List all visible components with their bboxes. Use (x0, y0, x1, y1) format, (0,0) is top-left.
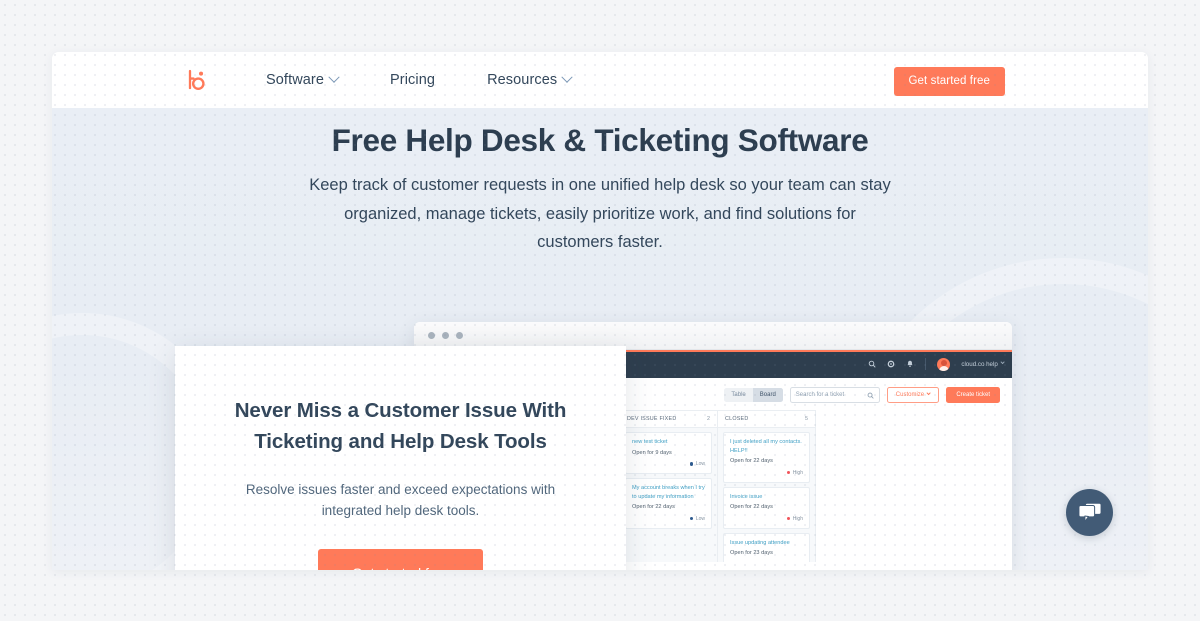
search-icon (867, 392, 874, 399)
ticket-card[interactable]: new test ticket Open for 9 days Low (625, 432, 712, 475)
main-navbar: Software Pricing Resources Get started f… (52, 52, 1148, 108)
ticket-card-meta: Open for 22 days (730, 504, 773, 511)
board-column-header: CLOSED 5 (718, 410, 815, 428)
chat-bubble-icon (1077, 502, 1102, 523)
priority-label: Low (695, 461, 705, 468)
ticket-card-priority: High (730, 470, 803, 476)
view-toggle-board[interactable]: Board (752, 388, 783, 402)
ticket-card[interactable]: Invoice issue Open for 22 days High (723, 486, 810, 529)
priority-label: High (792, 515, 803, 522)
board-column: DEV ISSUE FIXED 2 new test ticket Open f… (620, 410, 718, 562)
customize-button-label: Customize (895, 392, 925, 398)
view-toggle: Table Board (724, 388, 783, 402)
ticket-card-meta: Open for 23 days (730, 550, 773, 557)
ticket-card-title: Invoice issue (730, 493, 763, 500)
gear-icon[interactable] (887, 360, 895, 368)
nav-item-software[interactable]: Software (240, 71, 364, 88)
ticket-card[interactable]: Issue updating attendee Open for 23 days… (723, 532, 810, 562)
chevron-down-icon (328, 71, 340, 83)
primary-nav-links: Software Pricing Resources (240, 71, 597, 88)
browser-dot-maximize-icon (456, 332, 463, 339)
ticket-search-input[interactable]: Search for a ticket (789, 387, 880, 403)
ticket-card[interactable]: My account breaks when I try to update m… (625, 478, 712, 529)
browser-dot-close-icon (428, 332, 435, 339)
ticket-card-meta: Open for 22 days (730, 458, 773, 465)
priority-label: High (792, 469, 803, 476)
chevron-down-icon (561, 71, 573, 83)
promo-title: Never Miss a Customer Issue With Ticketi… (234, 399, 567, 453)
page-card: Software Pricing Resources Get started f… (52, 52, 1148, 570)
ticket-card-meta: Open for 22 days (632, 504, 675, 511)
ticket-card-title: I just deleted all my contacts. HELP!! (730, 439, 802, 454)
bell-icon[interactable] (906, 360, 914, 368)
nav-item-resources-label: Resources (487, 72, 558, 88)
hubspot-sprocket-logo-icon[interactable] (185, 68, 207, 92)
chat-widget-button[interactable] (1066, 489, 1113, 536)
board-column-cards: new test ticket Open for 9 days Low My a… (620, 428, 717, 533)
page-title: Free Help Desk & Ticketing Software (331, 122, 869, 158)
app-nav-right-cluster: cloud.co help (868, 357, 1005, 371)
board-column-count: 5 (805, 416, 808, 422)
hero-subtitle: Keep track of customer requests in one u… (309, 176, 891, 252)
board-column: CLOSED 5 I just deleted all my contacts.… (718, 410, 816, 562)
board-column-title: DEV ISSUE FIXED (627, 416, 677, 422)
board-column-header: DEV ISSUE FIXED 2 (620, 410, 717, 428)
hero-section: Free Help Desk & Ticketing Software Keep… (52, 108, 1148, 570)
browser-dot-minimize-icon (442, 332, 449, 339)
promo-subtitle: Resolve issues faster and exceed expecta… (245, 481, 556, 519)
priority-label: Low (695, 515, 705, 522)
account-menu[interactable]: cloud.co help (961, 360, 1005, 368)
ticket-card-priority: High (730, 516, 803, 522)
priority-dot-icon (787, 471, 791, 475)
ticket-card[interactable]: I just deleted all my contacts. HELP!! O… (723, 432, 810, 483)
avatar[interactable] (937, 357, 951, 371)
promo-get-started-free-button[interactable]: Get started free (317, 549, 484, 570)
nav-get-started-free-button[interactable]: Get started free (893, 67, 1005, 96)
ticket-card-priority: Low (632, 461, 705, 467)
promo-overlay-card: Never Miss a Customer Issue With Ticketi… (175, 346, 626, 570)
board-column-cards: I just deleted all my contacts. HELP!! O… (718, 428, 815, 562)
search-icon[interactable] (868, 360, 876, 368)
ticket-card-meta: Open for 9 days (632, 449, 672, 456)
customize-button[interactable]: Customize (886, 387, 940, 403)
priority-dot-icon (690, 462, 694, 466)
account-menu-label: cloud.co help (961, 360, 998, 368)
ticket-card-title: My account breaks when I try to update m… (632, 485, 705, 500)
board-column-title: CLOSED (725, 416, 749, 422)
board-column-count: 2 (707, 416, 710, 422)
nav-item-software-label: Software (266, 72, 325, 88)
view-toggle-table[interactable]: Table (724, 388, 752, 402)
priority-dot-icon (787, 517, 791, 521)
ticket-card-title: new test ticket (632, 439, 668, 445)
nav-item-pricing-label: Pricing (390, 72, 436, 88)
ticket-search-placeholder: Search for a ticket (795, 392, 845, 398)
nav-divider (925, 358, 927, 370)
nav-item-resources[interactable]: Resources (461, 71, 597, 88)
ticket-card-title: Issue updating attendee (730, 539, 790, 546)
ticket-card-priority: Low (632, 516, 705, 522)
chevron-down-icon (926, 391, 931, 396)
nav-item-pricing[interactable]: Pricing (364, 72, 461, 88)
create-ticket-button[interactable]: Create ticket (946, 387, 1000, 403)
priority-dot-icon (690, 517, 694, 521)
chevron-down-icon (1000, 360, 1005, 365)
